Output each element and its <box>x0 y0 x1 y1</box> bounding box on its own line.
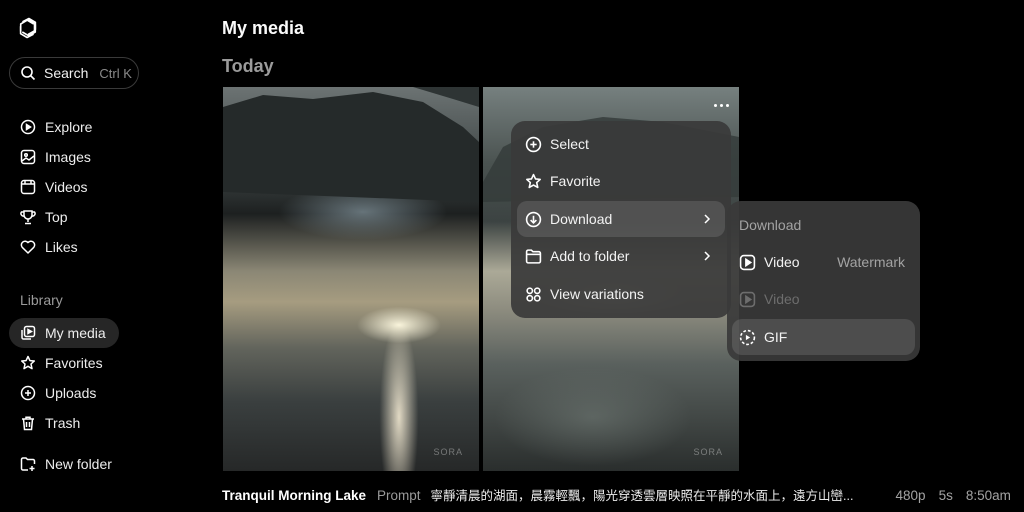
menu-item-label: Favorite <box>550 173 601 189</box>
more-dot <box>713 103 717 107</box>
sidebar-item-label: Top <box>45 209 68 225</box>
trash-icon <box>22 416 34 431</box>
video-icon <box>20 179 36 195</box>
sidebar-item-label: Videos <box>45 179 88 195</box>
star-icon <box>526 173 541 188</box>
search-label: Search <box>44 65 89 81</box>
menu-item-label: Add to folder <box>550 248 630 264</box>
sidebar-item-label: Explore <box>45 119 93 135</box>
submenu-item-label: GIF <box>764 329 788 345</box>
context-menu: Select Favorite Download Add to folder V… <box>511 121 731 318</box>
trophy-icon <box>20 210 36 225</box>
duration-badge: 5s <box>938 488 953 503</box>
menu-item-label: Download <box>550 211 613 227</box>
menu-item-select[interactable]: Select <box>517 126 725 162</box>
video-title[interactable]: Tranquil Morning Lake <box>222 488 366 503</box>
page-title: My media <box>222 18 305 38</box>
prompt-label: Prompt <box>377 488 421 503</box>
more-dot <box>725 103 729 107</box>
chevron-right-icon <box>704 214 711 224</box>
image-icon <box>20 149 36 165</box>
media-icon <box>21 325 36 340</box>
upload-icon <box>20 385 36 401</box>
timestamp: 8:50am <box>965 488 1011 503</box>
chevron-right-icon <box>704 251 711 261</box>
sidebar-item-uploads[interactable]: Uploads <box>9 378 119 408</box>
menu-item-label: Select <box>550 136 589 152</box>
watermark-note: Watermark <box>837 254 905 270</box>
search-icon <box>21 66 36 81</box>
date-heading: Today <box>222 56 274 76</box>
new-folder-label: New folder <box>45 456 112 472</box>
resolution-badge: 480p <box>895 488 926 503</box>
download-submenu: Download Video Watermark Video GIF <box>727 201 920 361</box>
sidebar-item-top[interactable]: Top <box>9 202 119 232</box>
sidebar-item-favorites[interactable]: Favorites <box>9 348 119 378</box>
search-shortcut: Ctrl K <box>99 65 132 81</box>
download-gif[interactable]: GIF <box>732 319 915 355</box>
menu-item-view-variations[interactable]: View variations <box>517 276 725 312</box>
menu-item-favorite[interactable]: Favorite <box>517 163 725 199</box>
star-icon <box>20 355 36 370</box>
new-folder-button[interactable]: New folder <box>9 449 129 479</box>
sidebar-item-explore[interactable]: Explore <box>9 112 119 142</box>
download-icon <box>525 211 542 227</box>
video-caption: Tranquil Morning Lake Prompt 寧靜清晨的湖面，晨霧輕… <box>222 485 1016 504</box>
sidebar-item-trash[interactable]: Trash <box>9 408 119 438</box>
library-section-label: Library <box>20 292 63 308</box>
mountain-silhouette <box>223 87 479 202</box>
explore-icon <box>20 119 36 135</box>
openai-logo-icon[interactable] <box>16 16 40 40</box>
sidebar-item-label: Likes <box>45 239 78 255</box>
sidebar-item-my-media[interactable]: My media <box>9 318 119 348</box>
more-options-button[interactable] <box>710 96 732 114</box>
watermark: SORA <box>693 447 723 457</box>
grid-icon <box>526 286 541 302</box>
video-play-icon <box>739 291 756 307</box>
sidebar-item-label: Trash <box>45 415 81 431</box>
watermark: SORA <box>433 447 463 457</box>
folder-icon <box>525 248 542 264</box>
more-dot <box>719 103 723 107</box>
submenu-title: Download <box>739 217 802 233</box>
video-play-icon <box>739 254 756 270</box>
download-video-disabled: Video <box>732 281 915 317</box>
plus-circle-icon <box>525 136 542 152</box>
menu-item-label: View variations <box>550 286 644 302</box>
sidebar-item-label: My media <box>45 325 106 341</box>
sidebar-item-label: Images <box>45 149 91 165</box>
submenu-item-label: Video <box>764 254 800 270</box>
menu-item-add-to-folder[interactable]: Add to folder <box>517 238 725 274</box>
sidebar-item-images[interactable]: Images <box>9 142 119 172</box>
search-button[interactable]: Search Ctrl K <box>9 57 139 89</box>
sidebar-item-videos[interactable]: Videos <box>9 172 119 202</box>
heart-icon <box>20 240 36 254</box>
folder-plus-icon <box>20 457 36 471</box>
download-video-watermark[interactable]: Video Watermark <box>732 244 915 280</box>
menu-item-download[interactable]: Download <box>517 201 725 237</box>
sidebar-item-label: Uploads <box>45 385 97 401</box>
sidebar-item-label: Favorites <box>45 355 103 371</box>
sidebar-item-likes[interactable]: Likes <box>9 232 119 262</box>
video-thumbnail[interactable]: SORA <box>223 87 479 471</box>
prompt-text: 寧靜清晨的湖面，晨霧輕飄，陽光穿透雲層映照在平靜的水面上，遠方山巒... <box>430 489 854 503</box>
gif-icon <box>739 329 756 345</box>
submenu-item-label: Video <box>764 291 800 307</box>
